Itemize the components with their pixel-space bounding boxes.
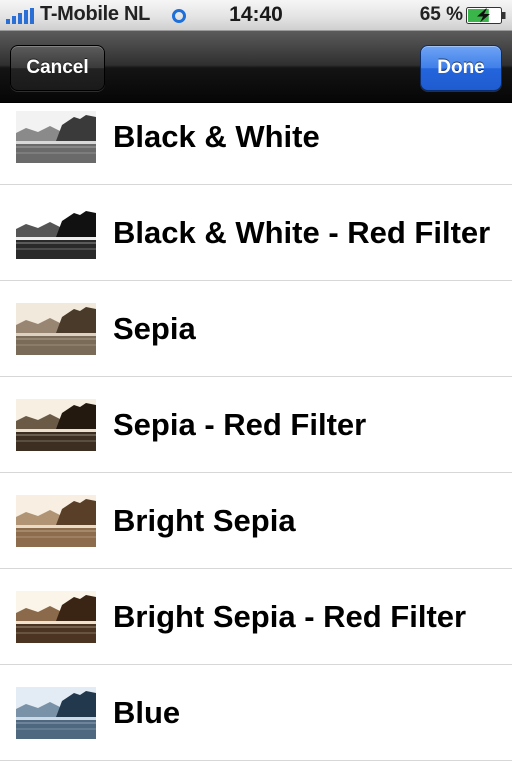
filter-label: Sepia <box>113 311 196 346</box>
filter-row[interactable]: Black & White - Red Filter <box>0 185 512 281</box>
filter-label: Bright Sepia <box>113 503 296 538</box>
filter-thumbnail <box>16 495 96 547</box>
cancel-button[interactable]: Cancel <box>10 45 105 91</box>
filter-label: Blue <box>113 695 181 730</box>
filter-thumbnail <box>16 207 96 259</box>
filter-thumbnail <box>16 591 96 643</box>
filter-row[interactable]: Black & White <box>0 103 512 185</box>
filter-row[interactable]: Blue <box>0 665 512 761</box>
filter-label: Black & White <box>113 119 320 154</box>
filter-label: Black & White - Red Filter <box>113 215 491 250</box>
battery-percent: 65 % <box>419 4 463 25</box>
filter-label: Sepia - Red Filter <box>113 407 367 442</box>
navigation-bar: Cancel Done <box>0 31 512 103</box>
filter-thumbnail <box>16 111 96 163</box>
filter-picker-screen: T-Mobile NL 14:40 65 % Cancel Done Black… <box>0 0 512 768</box>
battery-charging-icon <box>466 7 506 24</box>
status-bar: T-Mobile NL 14:40 65 % <box>0 0 512 31</box>
filter-thumbnail <box>16 399 96 451</box>
filter-row[interactable]: Sepia - Red Filter <box>0 377 512 473</box>
filter-thumbnail <box>16 687 96 739</box>
filter-label: Bright Sepia - Red Filter <box>113 599 467 634</box>
filter-row[interactable]: Bright Sepia - Red Filter <box>0 569 512 665</box>
filter-row[interactable]: Sepia <box>0 281 512 377</box>
filter-thumbnail <box>16 303 96 355</box>
filter-list[interactable]: Black & White Black & White - Red Filter S… <box>0 103 512 768</box>
done-button[interactable]: Done <box>420 45 502 91</box>
filter-row[interactable]: Bright Sepia <box>0 473 512 569</box>
